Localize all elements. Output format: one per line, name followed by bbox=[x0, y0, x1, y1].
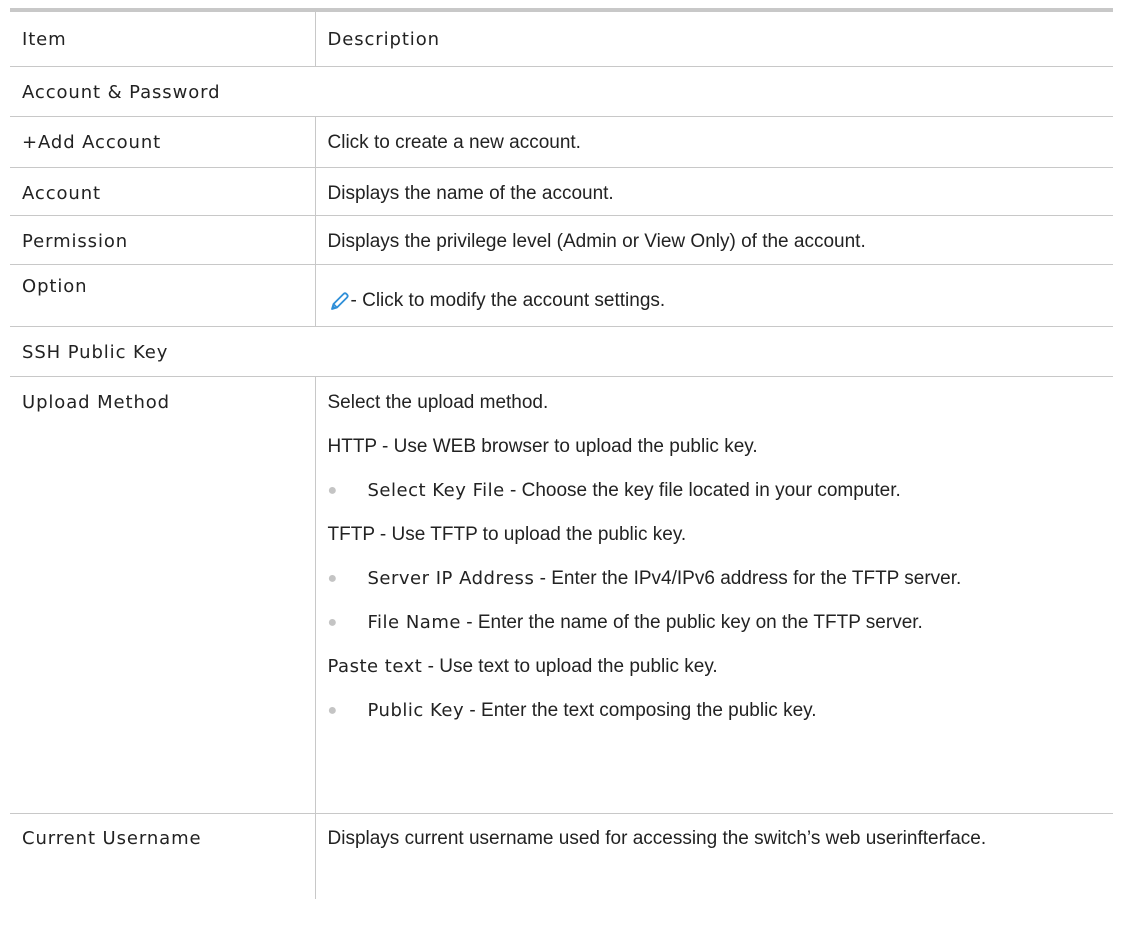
bullet-keyword: Select Key File bbox=[367, 479, 505, 501]
table-row: Account Displays the name of the account… bbox=[10, 167, 1113, 216]
paste-text: - Use text to upload the public key. bbox=[422, 655, 718, 677]
list-item: ● File Name - Enter the name of the publ… bbox=[328, 611, 1102, 635]
bullet-text: - Enter the name of the public key on th… bbox=[460, 611, 923, 633]
upload-tftp: TFTP - Use TFTP to upload the public key… bbox=[327, 523, 687, 545]
table-row: Permission Displays the privilege level … bbox=[10, 215, 1113, 265]
table-row: +Add Account Click to create a new accou… bbox=[10, 116, 1113, 168]
bullet-text: - Enter the IPv4/IPv6 address for the TF… bbox=[534, 567, 962, 589]
list-item: ● Server IP Address - Enter the IPv4/IPv… bbox=[328, 567, 1102, 591]
list-item: ● Public Key - Enter the text composing … bbox=[328, 699, 1102, 723]
option-description: - Click to modify the account settings. bbox=[350, 289, 666, 311]
row-item-label: Current Username bbox=[10, 813, 316, 899]
paste-keyword: Paste text bbox=[327, 655, 423, 677]
bullet-keyword: Server IP Address bbox=[367, 567, 535, 589]
table-header-row: Item Description bbox=[10, 8, 1113, 67]
bullet-keyword: Public Key bbox=[367, 699, 465, 721]
section-account-password: Account & Password bbox=[10, 66, 1113, 117]
row-item-label: Permission bbox=[10, 215, 316, 265]
row-description: Click to create a new account. bbox=[315, 116, 1113, 168]
section-ssh-public-key: SSH Public Key bbox=[10, 326, 1113, 377]
pencil-edit-icon bbox=[328, 291, 350, 313]
row-item-label: Upload Method bbox=[10, 376, 316, 814]
row-item-label: Option bbox=[10, 264, 316, 327]
row-description: Select the upload method. HTTP - Use WEB… bbox=[315, 376, 1113, 814]
bullet-text: - Choose the key file located in your co… bbox=[504, 479, 901, 501]
document-page: Item Description Account & Password +Add… bbox=[0, 0, 1123, 931]
row-item-label: +Add Account bbox=[10, 116, 316, 168]
row-description: Displays current username used for acces… bbox=[327, 827, 987, 849]
bullet-icon: ● bbox=[327, 481, 338, 499]
bullet-text: - Enter the text composing the public ke… bbox=[464, 699, 817, 721]
upload-intro: Select the upload method. bbox=[327, 391, 549, 413]
header-item: Item bbox=[10, 8, 316, 67]
table-row-upload-method: Upload Method Select the upload method. … bbox=[10, 376, 1113, 814]
list-item: ● Select Key File - Choose the key file … bbox=[328, 479, 1102, 503]
bullet-keyword: File Name bbox=[367, 611, 461, 633]
header-description: Description bbox=[315, 8, 1113, 67]
upload-paste: Paste text - Use text to upload the publ… bbox=[328, 655, 1102, 679]
table-row-current-username: Current Username Displays current userna… bbox=[10, 813, 1113, 899]
table-row: Option - Click to modify the account set… bbox=[10, 264, 1113, 327]
upload-http: HTTP - Use WEB browser to upload the pub… bbox=[327, 435, 758, 457]
section-title: Account & Password bbox=[10, 66, 1113, 117]
description-table: Item Description Account & Password +Add… bbox=[10, 8, 1113, 899]
row-item-label: Account bbox=[10, 167, 316, 216]
bullet-icon: ● bbox=[327, 613, 338, 631]
row-description: Displays the name of the account. bbox=[315, 167, 1113, 216]
section-title: SSH Public Key bbox=[10, 326, 1113, 377]
bullet-icon: ● bbox=[327, 569, 338, 587]
bullet-icon: ● bbox=[327, 701, 338, 719]
row-description: Displays the privilege level (Admin or V… bbox=[315, 215, 1113, 265]
row-description: - Click to modify the account settings. bbox=[315, 264, 1113, 327]
